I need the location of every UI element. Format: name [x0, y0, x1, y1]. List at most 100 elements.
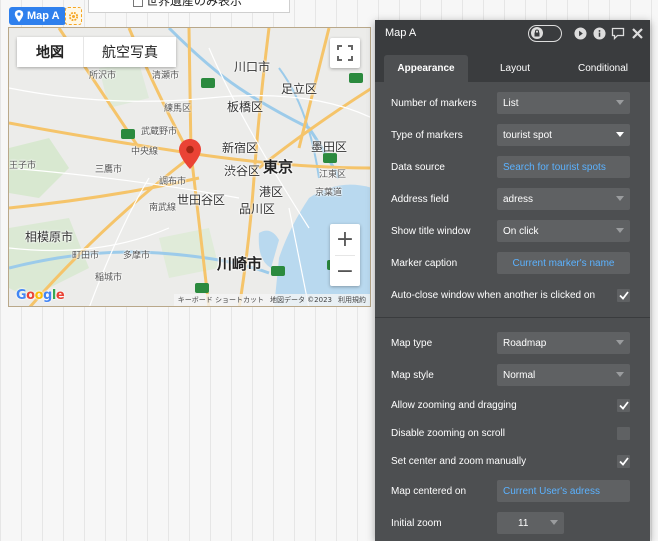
- type-of-markers-dropdown[interactable]: tourist spot: [497, 124, 630, 146]
- prop-label: Disable zooming on scroll: [391, 427, 505, 439]
- tab-appearance[interactable]: Appearance: [384, 55, 468, 82]
- fullscreen-button[interactable]: [330, 38, 360, 68]
- gear-icon: [68, 11, 79, 21]
- prop-label: Map style: [391, 369, 434, 381]
- google-logo: Google: [16, 288, 65, 303]
- prop-allow-zooming: Allow zooming and dragging: [375, 391, 650, 419]
- prop-label: Allow zooming and dragging: [391, 399, 517, 411]
- map-label: 調布市: [159, 176, 187, 186]
- zoom-control: + −: [330, 224, 360, 286]
- map-marker-icon[interactable]: [179, 139, 201, 169]
- map-data-credit: 地図データ ©2023: [269, 296, 332, 304]
- keyboard-shortcuts-link[interactable]: キーボード ショートカット: [178, 295, 264, 305]
- checkbox-box[interactable]: [133, 0, 143, 7]
- map-type-dropdown[interactable]: Roadmap: [497, 332, 630, 354]
- world-heritage-checkbox-element[interactable]: 世界遺産のみ表示: [88, 0, 290, 13]
- map-label: 渋谷区: [224, 164, 261, 178]
- map-label: 稲城市: [95, 272, 123, 282]
- data-source-expression[interactable]: Search for tourist spots: [497, 156, 630, 178]
- map-label: 川崎市: [217, 256, 263, 273]
- map-label: 清瀬市: [152, 70, 180, 80]
- map-type-satellite-button[interactable]: 航空写真: [84, 37, 176, 67]
- property-editor-title: Map A: [385, 27, 417, 39]
- map-label: 江東区: [319, 169, 347, 179]
- marker-caption-expression[interactable]: Current marker's name: [497, 252, 630, 274]
- dropdown-value: adress: [503, 193, 534, 205]
- element-name-label: Map A: [27, 10, 60, 22]
- address-field-dropdown[interactable]: adress: [497, 188, 630, 210]
- prop-data-source: Data source Search for tourist spots: [375, 151, 650, 183]
- map-style-dropdown[interactable]: Normal: [497, 364, 630, 386]
- auto-close-checkbox[interactable]: [617, 288, 630, 302]
- map-label: 港区: [259, 185, 284, 199]
- zoom-out-button[interactable]: −: [330, 256, 360, 287]
- tab-layout[interactable]: Layout: [474, 55, 556, 82]
- prop-type-of-markers: Type of markers tourist spot: [375, 119, 650, 151]
- set-center-manually-checkbox[interactable]: [617, 454, 630, 468]
- element-name-tag[interactable]: Map A: [9, 7, 66, 25]
- checkmark-icon: [618, 456, 629, 466]
- map-label: 相模原市: [25, 230, 74, 244]
- prop-initial-zoom: Initial zoom 11: [375, 507, 650, 539]
- chevron-down-icon: [616, 196, 624, 201]
- prop-label: Number of markers: [391, 97, 477, 109]
- dropdown-value: tourist spot: [503, 129, 552, 141]
- visibility-toggle[interactable]: [528, 24, 562, 42]
- close-icon[interactable]: [630, 26, 644, 40]
- map-label: 多摩市: [123, 250, 151, 260]
- number-of-markers-dropdown[interactable]: List: [497, 92, 630, 114]
- terms-link[interactable]: 利用規約: [338, 295, 366, 305]
- map-label: 練馬区: [164, 103, 192, 113]
- zoom-in-button[interactable]: +: [330, 224, 360, 255]
- dropdown-value: 11: [518, 517, 529, 529]
- map-label: 川口市: [234, 60, 271, 74]
- prop-address-field: Address field adress: [375, 183, 650, 215]
- prop-map-style: Map style Normal: [375, 359, 650, 391]
- map-label: 所沢市: [89, 70, 117, 80]
- element-workflow-gear[interactable]: [65, 7, 82, 25]
- chevron-down-icon: [616, 100, 624, 105]
- map-label: 武蔵野市: [141, 126, 178, 136]
- chevron-down-icon: [616, 132, 624, 137]
- map-label: 東京: [263, 159, 294, 176]
- map-attribution: キーボード ショートカット 地図データ ©2023 利用規約: [173, 294, 370, 306]
- map-label: 世田谷区: [177, 193, 226, 207]
- map-label: 南武線: [149, 202, 177, 212]
- initial-zoom-dropdown[interactable]: 11: [497, 512, 564, 534]
- tab-conditional[interactable]: Conditional: [562, 55, 644, 82]
- chevron-down-icon: [616, 228, 624, 233]
- map-type-control: 地図 航空写真: [17, 37, 176, 67]
- map-pin-icon: [14, 10, 24, 22]
- prop-label: Address field: [391, 193, 449, 205]
- comment-icon[interactable]: [611, 26, 625, 40]
- prop-label: Show title window: [391, 225, 471, 237]
- property-editor-header[interactable]: Map A: [375, 20, 650, 46]
- map-centered-on-expression[interactable]: Current User's adress: [497, 480, 630, 502]
- prop-map-type: Map type Roadmap: [375, 327, 650, 359]
- prop-label: Initial zoom: [391, 517, 442, 529]
- show-title-window-dropdown[interactable]: On click: [497, 220, 630, 242]
- checkmark-icon: [618, 400, 629, 410]
- prop-show-title-window: Show title window On click: [375, 215, 650, 247]
- chevron-down-icon: [616, 372, 624, 377]
- prop-set-center-manually: Set center and zoom manually: [375, 447, 650, 475]
- chevron-down-icon: [616, 340, 624, 345]
- prop-number-of-markers: Number of markers List: [375, 87, 650, 119]
- preview-play-icon[interactable]: [573, 26, 587, 40]
- disable-scroll-zoom-checkbox[interactable]: [617, 426, 630, 440]
- prop-disable-scroll-zoom: Disable zooming on scroll: [375, 419, 650, 447]
- prop-label: Set center and zoom manually: [391, 455, 527, 467]
- lock-icon: [531, 26, 543, 39]
- map-label: 墨田区: [311, 140, 348, 154]
- map-label: 京葉道: [315, 187, 343, 197]
- info-icon[interactable]: [592, 26, 606, 40]
- section-divider: [375, 317, 650, 327]
- prop-label: Auto-close window when another is clicke…: [391, 289, 595, 301]
- map-label: 足立区: [281, 82, 318, 96]
- appearance-section-map: Map type Roadmap Map style Normal Allow …: [375, 327, 650, 539]
- map-element[interactable]: 川口市 足立区 所沢市 清瀬市 板橋区 練馬区 武蔵野市 三鷹市 新宿区 東京 …: [8, 27, 371, 307]
- prop-label: Type of markers: [391, 129, 463, 141]
- map-type-roadmap-button[interactable]: 地図: [17, 37, 84, 67]
- prop-auto-close-window: Auto-close window when another is clicke…: [375, 279, 650, 311]
- allow-zooming-checkbox[interactable]: [617, 398, 630, 412]
